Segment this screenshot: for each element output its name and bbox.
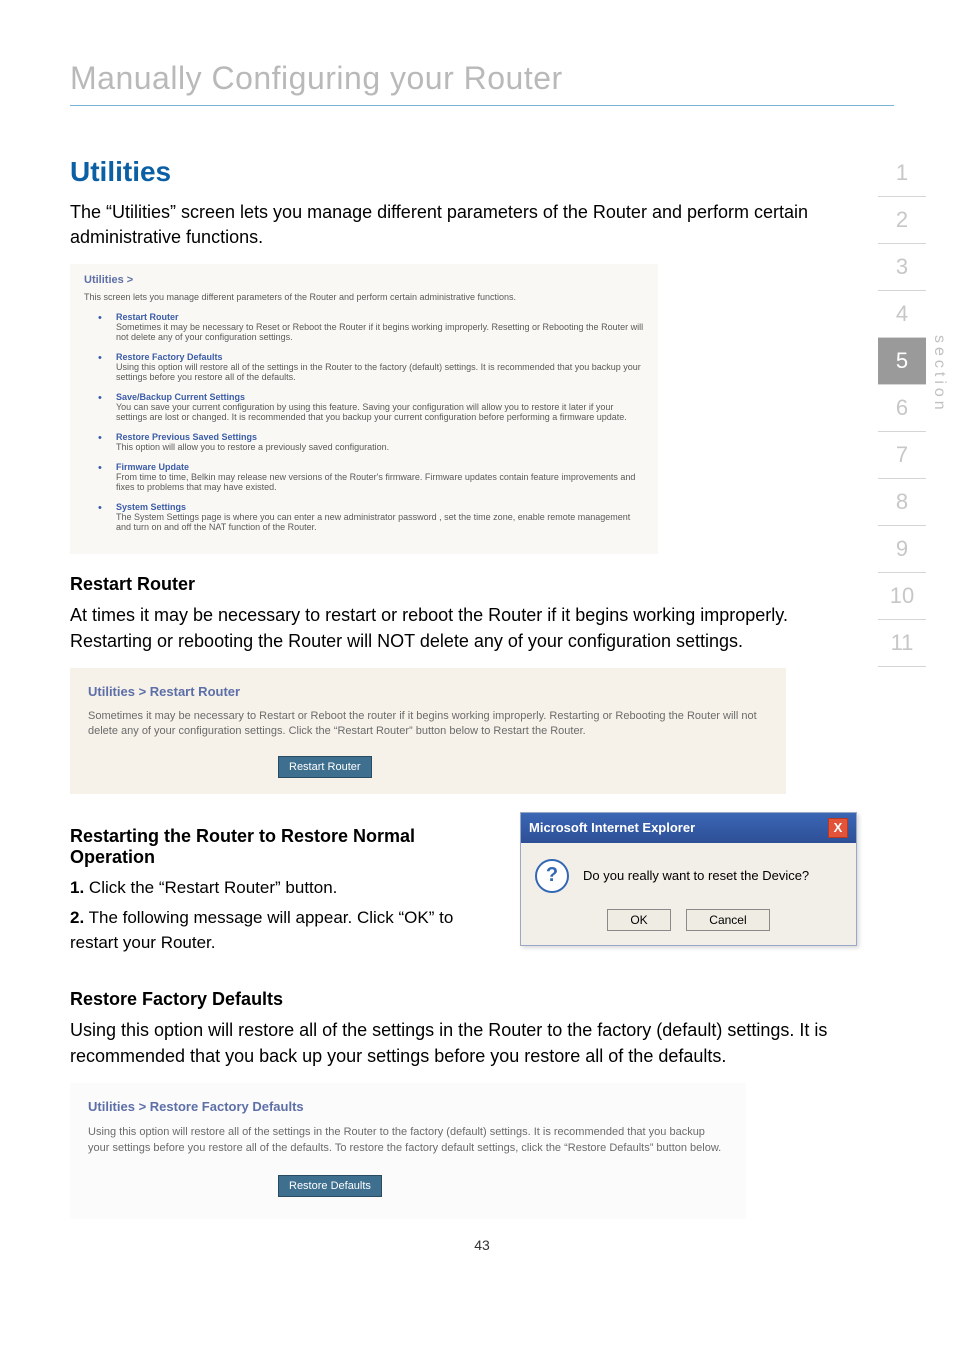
list-item: System SettingsThe System Settings page …	[108, 502, 644, 532]
utilities-intro: The “Utilities” screen lets you manage d…	[70, 200, 830, 250]
ok-button[interactable]: OK	[607, 909, 670, 931]
section-nav-item-9[interactable]: 9	[878, 526, 926, 573]
cancel-button[interactable]: Cancel	[686, 909, 769, 931]
list-item-desc: Using this option will restore all of th…	[116, 362, 644, 382]
section-nav-item-7[interactable]: 7	[878, 432, 926, 479]
title-rule	[70, 105, 894, 106]
restore-defaults-screenshot-desc: Using this option will restore all of th…	[88, 1124, 728, 1157]
utilities-screenshot-header: Utilities >	[84, 274, 644, 286]
page-title: Manually Configuring your Router	[70, 60, 894, 97]
section-nav-item-2[interactable]: 2	[878, 197, 926, 244]
section-nav-item-6[interactable]: 6	[878, 385, 926, 432]
link-restore-factory-defaults[interactable]: Restore Factory Defaults	[116, 352, 223, 362]
utilities-heading: Utilities	[70, 156, 894, 188]
step-1-text: Click the “Restart Router” button.	[84, 878, 337, 897]
section-nav-item-11[interactable]: 11	[878, 620, 926, 667]
link-system-settings[interactable]: System Settings	[116, 502, 186, 512]
list-item-desc: The System Settings page is where you ca…	[116, 512, 644, 532]
utilities-screenshot: Utilities > This screen lets you manage …	[70, 264, 658, 554]
list-item: Save/Backup Current SettingsYou can save…	[108, 392, 644, 422]
restart-router-screenshot: Utilities > Restart Router Sometimes it …	[70, 668, 786, 794]
list-item: Restore Previous Saved SettingsThis opti…	[108, 432, 644, 452]
page-number: 43	[70, 1237, 894, 1253]
restore-defaults-heading: Restore Factory Defaults	[70, 989, 894, 1010]
restore-defaults-body: Using this option will restore all of th…	[70, 1018, 830, 1068]
restart-router-heading: Restart Router	[70, 574, 894, 595]
restart-router-screenshot-desc: Sometimes it may be necessary to Restart…	[88, 709, 768, 740]
confirm-dialog: Microsoft Internet Explorer X ? Do you r…	[520, 812, 857, 946]
restore-defaults-screenshot-header: Utilities > Restore Factory Defaults	[88, 1099, 728, 1114]
dialog-title: Microsoft Internet Explorer	[529, 820, 695, 835]
dialog-titlebar: Microsoft Internet Explorer X	[521, 813, 856, 843]
link-firmware-update[interactable]: Firmware Update	[116, 462, 189, 472]
section-nav-item-1[interactable]: 1	[878, 150, 926, 197]
dialog-message: Do you really want to reset the Device?	[583, 868, 809, 883]
link-restore-previous-settings[interactable]: Restore Previous Saved Settings	[116, 432, 257, 442]
section-nav-item-8[interactable]: 8	[878, 479, 926, 526]
step-1-number: 1.	[70, 878, 84, 897]
list-item-desc: This option will allow you to restore a …	[116, 442, 644, 452]
restore-defaults-screenshot: Utilities > Restore Factory Defaults Usi…	[70, 1083, 746, 1219]
step-2: 2. The following message will appear. Cl…	[70, 906, 490, 955]
section-label: section	[930, 335, 948, 414]
question-icon: ?	[535, 859, 569, 893]
section-nav: 1 2 3 4 5 6 7 8 9 10 11 section	[878, 150, 926, 667]
link-restart-router[interactable]: Restart Router	[116, 312, 179, 322]
restore-defaults-button[interactable]: Restore Defaults	[278, 1175, 382, 1197]
list-item-desc: Sometimes it may be necessary to Reset o…	[116, 322, 644, 342]
restart-router-body: At times it may be necessary to restart …	[70, 603, 830, 653]
list-item-desc: You can save your current configuration …	[116, 402, 644, 422]
list-item: Restore Factory DefaultsUsing this optio…	[108, 352, 644, 382]
close-icon[interactable]: X	[828, 818, 848, 838]
section-nav-item-3[interactable]: 3	[878, 244, 926, 291]
section-nav-item-4[interactable]: 4	[878, 291, 926, 338]
step-2-text: The following message will appear. Click…	[70, 908, 453, 952]
section-nav-item-10[interactable]: 10	[878, 573, 926, 620]
list-item: Restart RouterSometimes it may be necess…	[108, 312, 644, 342]
restart-router-button[interactable]: Restart Router	[278, 756, 372, 778]
restore-normal-heading-line1: Restarting the Router to Restore Normal …	[70, 826, 415, 867]
restart-router-screenshot-header: Utilities > Restart Router	[88, 684, 768, 699]
restore-normal-heading: Restarting the Router to Restore Normal …	[70, 826, 490, 868]
list-item-desc: From time to time, Belkin may release ne…	[116, 472, 644, 492]
step-1: 1. Click the “Restart Router” button.	[70, 876, 490, 901]
section-nav-item-5[interactable]: 5	[878, 338, 926, 385]
step-2-number: 2.	[70, 908, 84, 927]
utilities-screenshot-intro: This screen lets you manage different pa…	[84, 292, 644, 302]
list-item: Firmware UpdateFrom time to time, Belkin…	[108, 462, 644, 492]
link-save-backup-settings[interactable]: Save/Backup Current Settings	[116, 392, 245, 402]
